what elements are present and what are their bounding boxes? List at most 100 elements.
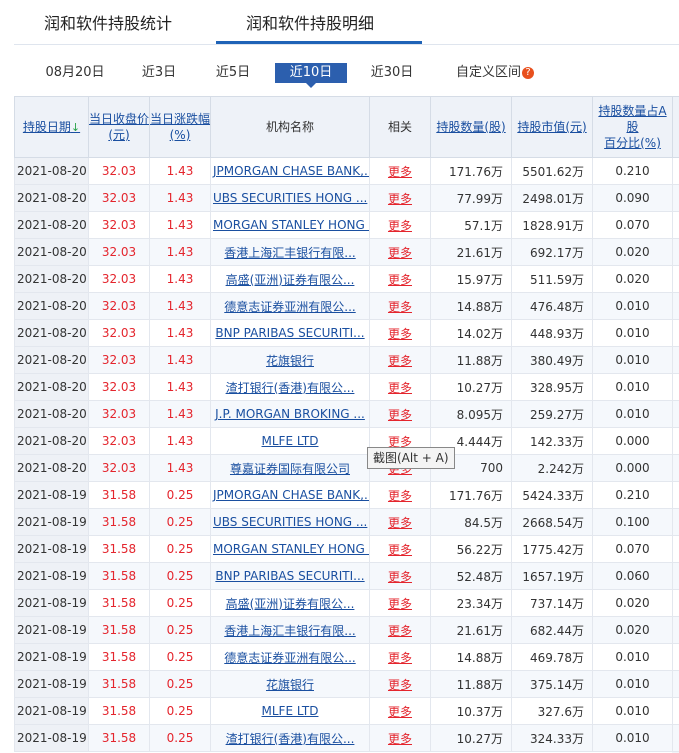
cell-org-name[interactable]: UBS SECURITIES HONG ... <box>210 184 370 212</box>
cell-date: 2021-08-20 <box>14 373 89 401</box>
cell-market-value: 2.242万 <box>511 454 593 482</box>
cell-date: 2021-08-20 <box>14 292 89 320</box>
filter-10days[interactable]: 近10日 <box>275 63 347 88</box>
table-row: 2021-08-19 31.58 0.25 渣打银行(香港)有限公... 更多 10.27… <box>14 724 679 752</box>
header-change-unit: (%) <box>169 128 191 142</box>
more-link[interactable]: 更多 <box>369 670 431 698</box>
cell-date: 2021-08-19 <box>14 508 89 536</box>
cell-extra <box>672 157 679 185</box>
more-link[interactable]: 更多 <box>369 211 431 239</box>
cell-quantity: 10.27万 <box>430 724 512 752</box>
cell-quantity: 14.02万 <box>430 319 512 347</box>
cell-org-name[interactable]: 香港上海汇丰银行有限... <box>210 238 370 266</box>
cell-close-price: 31.58 <box>88 562 150 590</box>
more-link[interactable]: 更多 <box>369 265 431 293</box>
more-link[interactable]: 更多 <box>369 616 431 644</box>
more-link[interactable]: 更多 <box>369 643 431 671</box>
cell-change: 1.43 <box>149 265 211 293</box>
more-link[interactable]: 更多 <box>369 724 431 752</box>
cell-org-name[interactable]: MORGAN STANLEY HONG ... <box>210 535 370 563</box>
cell-org-name[interactable]: MORGAN STANLEY HONG ... <box>210 211 370 239</box>
more-link[interactable]: 更多 <box>369 535 431 563</box>
cell-org-name[interactable]: MLFE LTD <box>210 697 370 725</box>
more-link[interactable]: 更多 <box>369 292 431 320</box>
cell-market-value: 259.27万 <box>511 400 593 428</box>
tab-holding-stats[interactable]: 润和软件持股统计 <box>44 6 172 42</box>
cell-org-name[interactable]: MLFE LTD <box>210 427 370 455</box>
filter-aug20[interactable]: 08月20日 <box>42 63 108 83</box>
cell-extra <box>672 616 679 644</box>
cell-org-name[interactable]: JPMORGAN CHASE BANK,... <box>210 481 370 509</box>
table-header-row: 持股日期↓ 当日收盘价 (元) 当日涨跌幅 (%) 机构名称 相关 持股数量(股) … <box>14 96 679 158</box>
header-percent[interactable]: 持股数量占A股 百分比(%) <box>592 96 673 158</box>
cell-org-name[interactable]: 德意志证券亚洲有限公... <box>210 292 370 320</box>
cell-org-name[interactable]: 花旗银行 <box>210 346 370 374</box>
more-link[interactable]: 更多 <box>369 346 431 374</box>
more-link[interactable]: 更多 <box>369 319 431 347</box>
help-icon[interactable]: ? <box>522 66 534 79</box>
more-link[interactable]: 更多 <box>369 508 431 536</box>
cell-close-price: 32.03 <box>88 157 150 185</box>
table-row: 2021-08-20 32.03 1.43 香港上海汇丰银行有限... 更多 21.61万… <box>14 238 679 266</box>
cell-org-name[interactable]: 渣打银行(香港)有限公... <box>210 373 370 401</box>
cell-percent: 0.020 <box>592 265 673 293</box>
cell-org-name[interactable]: 渣打银行(香港)有限公... <box>210 724 370 752</box>
table-row: 2021-08-19 31.58 0.25 德意志证券亚洲有限公... 更多 14.88万… <box>14 643 679 671</box>
cell-date: 2021-08-19 <box>14 724 89 752</box>
header-quantity[interactable]: 持股数量(股) <box>430 96 512 158</box>
cell-percent: 0.020 <box>592 616 673 644</box>
cell-extra <box>672 427 679 455</box>
header-extra <box>672 96 679 158</box>
table-row: 2021-08-20 32.03 1.43 MLFE LTD 更多 4.444万 142.3… <box>14 427 679 455</box>
header-close-price-unit: (元) <box>108 128 130 142</box>
filter-3days[interactable]: 近3日 <box>134 63 184 83</box>
cell-change: 0.25 <box>149 508 211 536</box>
cell-quantity: 14.88万 <box>430 643 512 671</box>
cell-percent: 0.010 <box>592 643 673 671</box>
cell-org-name[interactable]: BNP PARIBAS SECURITI... <box>210 319 370 347</box>
cell-org-name[interactable]: UBS SECURITIES HONG ... <box>210 508 370 536</box>
more-link[interactable]: 更多 <box>369 697 431 725</box>
cell-percent: 0.100 <box>592 508 673 536</box>
cell-quantity: 77.99万 <box>430 184 512 212</box>
header-date[interactable]: 持股日期↓ <box>14 96 89 158</box>
cell-date: 2021-08-20 <box>14 157 89 185</box>
more-link[interactable]: 更多 <box>369 184 431 212</box>
cell-date: 2021-08-19 <box>14 562 89 590</box>
filter-30days[interactable]: 近30日 <box>364 63 420 83</box>
cell-date: 2021-08-19 <box>14 535 89 563</box>
cell-org-name[interactable]: 高盛(亚洲)证券有限公... <box>210 265 370 293</box>
more-link[interactable]: 更多 <box>369 589 431 617</box>
cell-org-name[interactable]: BNP PARIBAS SECURITI... <box>210 562 370 590</box>
header-related: 相关 <box>369 96 431 158</box>
cell-change: 0.25 <box>149 562 211 590</box>
header-close-price[interactable]: 当日收盘价 (元) <box>88 96 150 158</box>
cell-close-price: 31.58 <box>88 589 150 617</box>
cell-org-name[interactable]: J.P. MORGAN BROKING ... <box>210 400 370 428</box>
cell-org-name[interactable]: JPMORGAN CHASE BANK,... <box>210 157 370 185</box>
cell-org-name[interactable]: 高盛(亚洲)证券有限公... <box>210 589 370 617</box>
more-link[interactable]: 更多 <box>369 157 431 185</box>
cell-org-name[interactable]: 尊嘉证券国际有限公司 <box>210 454 370 482</box>
more-link[interactable]: 更多 <box>369 373 431 401</box>
cell-change: 0.25 <box>149 670 211 698</box>
more-link[interactable]: 更多 <box>369 481 431 509</box>
cell-market-value: 476.48万 <box>511 292 593 320</box>
more-link[interactable]: 更多 <box>369 400 431 428</box>
filter-5days[interactable]: 近5日 <box>208 63 258 83</box>
cell-org-name[interactable]: 德意志证券亚洲有限公... <box>210 643 370 671</box>
header-percent-label: 持股数量占A股 <box>598 104 667 134</box>
cell-percent: 0.010 <box>592 319 673 347</box>
filter-custom-range[interactable]: 自定义区间? <box>450 63 540 83</box>
cell-extra <box>672 373 679 401</box>
cell-org-name[interactable]: 花旗银行 <box>210 670 370 698</box>
cell-org-name[interactable]: 香港上海汇丰银行有限... <box>210 616 370 644</box>
tab-holding-detail[interactable]: 润和软件持股明细 <box>246 6 374 42</box>
header-market-value[interactable]: 持股市值(元) <box>511 96 593 158</box>
cell-change: 0.25 <box>149 589 211 617</box>
cell-close-price: 31.58 <box>88 643 150 671</box>
more-link[interactable]: 更多 <box>369 238 431 266</box>
more-link[interactable]: 更多 <box>369 562 431 590</box>
header-change[interactable]: 当日涨跌幅 (%) <box>149 96 211 158</box>
cell-percent: 0.010 <box>592 373 673 401</box>
